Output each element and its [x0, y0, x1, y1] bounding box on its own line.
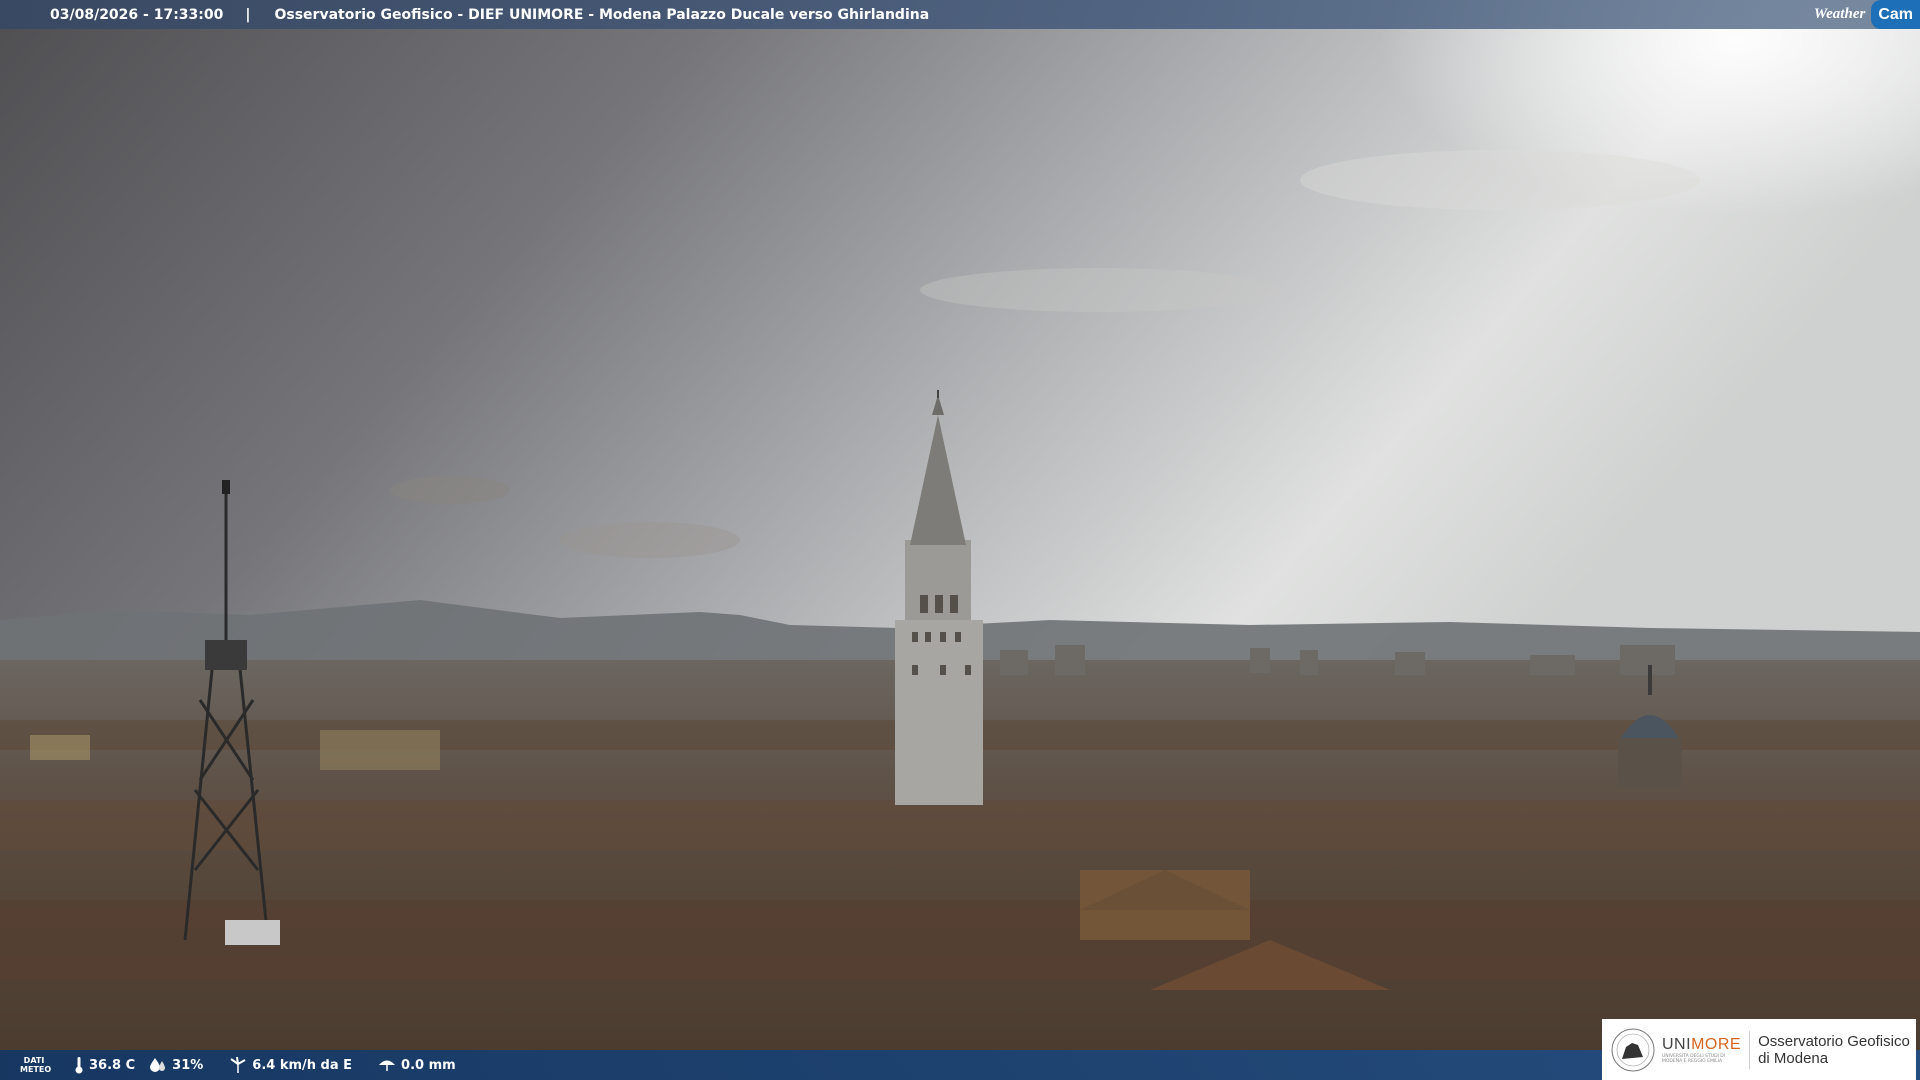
wind-reading: 6.4 km/h da E [229, 1056, 352, 1074]
thermometer-icon [75, 1057, 83, 1074]
unimore-subtitle: UNIVERSITÀ DEGLI STUDI DI MODENA E REGGI… [1662, 1053, 1726, 1064]
rain-reading: 0.0 mm [378, 1057, 456, 1073]
temperature-value: 36.8 C [89, 1057, 136, 1073]
observatory-line2: di Modena [1758, 1049, 1829, 1067]
unimore-wordmark: UNIMORE UNIVERSITÀ DEGLI STUDI DI MODENA… [1662, 1036, 1741, 1064]
observatory-line1: Osservatorio Geofisico [1758, 1032, 1910, 1050]
logo-divider [1749, 1030, 1751, 1069]
timestamp: 03/08/2026 - 17:33:00 [50, 6, 224, 23]
humidity-reading: 31% [149, 1057, 203, 1073]
unimore-name-prefix: UNI [1662, 1035, 1692, 1053]
university-seal-icon [1611, 1028, 1655, 1071]
brand-cam: Cam [1871, 0, 1920, 29]
dati-label-line2: METEO [20, 1065, 52, 1074]
rain-umbrella-icon [379, 1060, 396, 1071]
overlay-header: 03/08/2026 - 17:33:00 | Osservatorio Geo… [0, 0, 1920, 29]
separator: | [245, 6, 251, 23]
humidity-value: 31% [172, 1057, 204, 1073]
brand-weather: Weather [1813, 6, 1866, 22]
dati-label-line1: DATI [23, 1056, 45, 1065]
temperature-reading: 36.8 C [74, 1056, 135, 1074]
rain-value: 0.0 mm [401, 1057, 456, 1073]
dati-meteo-label: DATI METEO [20, 1056, 52, 1074]
humidity-drop-icon [150, 1058, 166, 1072]
camera-title: Osservatorio Geofisico - DIEF UNIMORE - … [274, 6, 930, 23]
weathercam-logo: Weather Cam [1814, 0, 1920, 29]
unimore-name-suffix: MORE [1691, 1035, 1742, 1053]
observatory-name: Osservatorio Geofisico di Modena [1758, 1033, 1910, 1067]
wind-value: 6.4 km/h da E [252, 1057, 353, 1073]
unimore-logo-panel: UNIMORE UNIVERSITÀ DEGLI STUDI DI MODENA… [1602, 1019, 1916, 1080]
webcam-image [0, 0, 1920, 1080]
wind-icon [230, 1056, 246, 1073]
unimore-name: UNIMORE [1662, 1036, 1741, 1054]
